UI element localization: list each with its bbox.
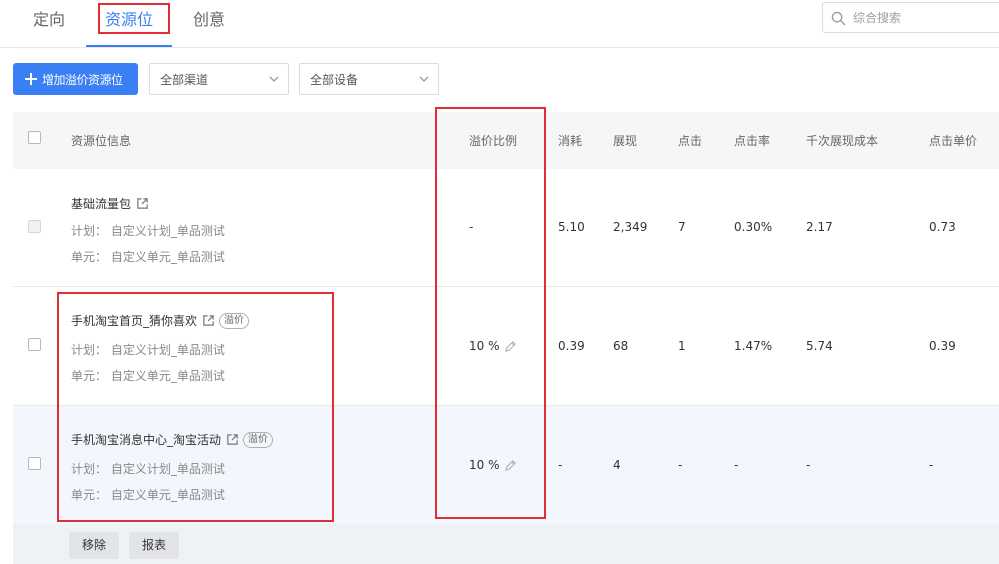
report-button[interactable]: 报表 xyxy=(129,532,179,559)
remove-button[interactable]: 移除 xyxy=(69,532,119,559)
bulk-action-bar: 移除 报表 xyxy=(13,524,999,564)
channel-select[interactable]: 全部渠道 xyxy=(149,63,289,95)
premium-ratio: - xyxy=(469,220,473,234)
device-select-value: 全部设备 xyxy=(310,73,359,87)
external-link-icon[interactable] xyxy=(202,314,215,327)
chevron-down-icon xyxy=(269,76,279,82)
device-select[interactable]: 全部设备 xyxy=(299,63,439,95)
external-link-icon[interactable] xyxy=(226,433,239,446)
premium-ratio-value: 10 % xyxy=(469,339,500,353)
impressions-value: 68 xyxy=(613,339,629,353)
cpc-value: 0.39 xyxy=(929,339,956,353)
header-cost: 消耗 xyxy=(558,134,583,148)
active-tab-indicator xyxy=(86,45,172,47)
unit-text: 单元： 自定义单元_单品测试 xyxy=(71,369,225,383)
search-icon xyxy=(831,11,846,26)
header-slot-info: 资源位信息 xyxy=(71,134,132,148)
clicks-value: - xyxy=(678,458,683,472)
ctr-value: 0.30% xyxy=(734,220,773,234)
slot-name-text: 手机淘宝首页_猜你喜欢 xyxy=(71,314,198,328)
plan-text: 计划： 自定义计划_单品测试 xyxy=(71,224,225,238)
premium-badge: 溢价 xyxy=(219,312,250,329)
plan-text: 计划： 自定义计划_单品测试 xyxy=(71,343,225,357)
cost-value: - xyxy=(558,458,563,472)
impressions-value: 4 xyxy=(613,458,621,472)
slot-name-text: 手机淘宝消息中心_淘宝活动 xyxy=(71,433,222,447)
plan-text: 计划： 自定义计划_单品测试 xyxy=(71,462,225,476)
pencil-icon[interactable] xyxy=(504,340,517,353)
cpc-value: - xyxy=(929,458,934,472)
slot-name: 手机淘宝首页_猜你喜欢 溢价 xyxy=(71,312,250,329)
channel-select-value: 全部渠道 xyxy=(160,73,209,87)
row-checkbox[interactable] xyxy=(28,220,41,233)
tab-targeting[interactable]: 定向 xyxy=(33,6,65,30)
cost-value: 5.10 xyxy=(558,220,585,234)
header-clicks: 点击 xyxy=(678,134,703,148)
header-impressions: 展现 xyxy=(613,134,638,148)
table-row: 手机淘宝消息中心_淘宝活动 溢价 计划： 自定义计划_单品测试 单元： 自定义单… xyxy=(13,406,999,524)
slot-name: 基础流量包 xyxy=(71,195,149,212)
chevron-down-icon xyxy=(419,76,429,82)
impressions-value: 2,349 xyxy=(613,220,648,234)
clicks-value: 7 xyxy=(678,220,686,234)
unit-text: 单元： 自定义单元_单品测试 xyxy=(71,250,225,264)
slot-name: 手机淘宝消息中心_淘宝活动 溢价 xyxy=(71,431,274,448)
premium-ratio: 10 % xyxy=(469,339,517,353)
slot-name-text: 基础流量包 xyxy=(71,197,132,211)
tab-resource-slots[interactable]: 资源位 xyxy=(105,6,153,30)
premium-ratio: 10 % xyxy=(469,458,517,472)
add-premium-slot-label: 增加溢价资源位 xyxy=(42,72,123,87)
table-header: 资源位信息 溢价比例 消耗 展现 点击 点击率 千次展现成本 点击单价 xyxy=(13,112,999,169)
premium-ratio-value: 10 % xyxy=(469,458,500,472)
cpc-value: 0.73 xyxy=(929,220,956,234)
premium-ratio-value: - xyxy=(469,220,474,234)
header-cpc: 点击单价 xyxy=(929,134,978,148)
clicks-value: 1 xyxy=(678,339,686,353)
add-premium-slot-button[interactable]: 增加溢价资源位 xyxy=(13,63,138,95)
plus-icon xyxy=(25,73,37,85)
cost-value: 0.39 xyxy=(558,339,585,353)
ctr-value: - xyxy=(734,458,739,472)
cpm-value: - xyxy=(806,458,811,472)
select-all-checkbox[interactable] xyxy=(28,131,41,144)
cpm-value: 2.17 xyxy=(806,220,833,234)
row-checkbox[interactable] xyxy=(28,338,41,351)
cpm-value: 5.74 xyxy=(806,339,833,353)
search-input[interactable] xyxy=(853,9,999,27)
header-premium-ratio: 溢价比例 xyxy=(469,134,518,148)
header-cpm: 千次展现成本 xyxy=(806,134,879,148)
search-box[interactable] xyxy=(822,2,999,33)
ctr-value: 1.47% xyxy=(734,339,773,353)
table-row: 手机淘宝首页_猜你喜欢 溢价 计划： 自定义计划_单品测试 单元： 自定义单元_… xyxy=(13,287,999,406)
header-ctr: 点击率 xyxy=(734,134,771,148)
pencil-icon[interactable] xyxy=(504,459,517,472)
tab-creative[interactable]: 创意 xyxy=(193,6,225,30)
row-checkbox[interactable] xyxy=(28,457,41,470)
unit-text: 单元： 自定义单元_单品测试 xyxy=(71,488,225,502)
premium-badge: 溢价 xyxy=(243,431,274,448)
external-link-icon[interactable] xyxy=(136,197,149,210)
table-row: 基础流量包 计划： 自定义计划_单品测试 单元： 自定义单元_单品测试 - 5.… xyxy=(13,169,999,287)
